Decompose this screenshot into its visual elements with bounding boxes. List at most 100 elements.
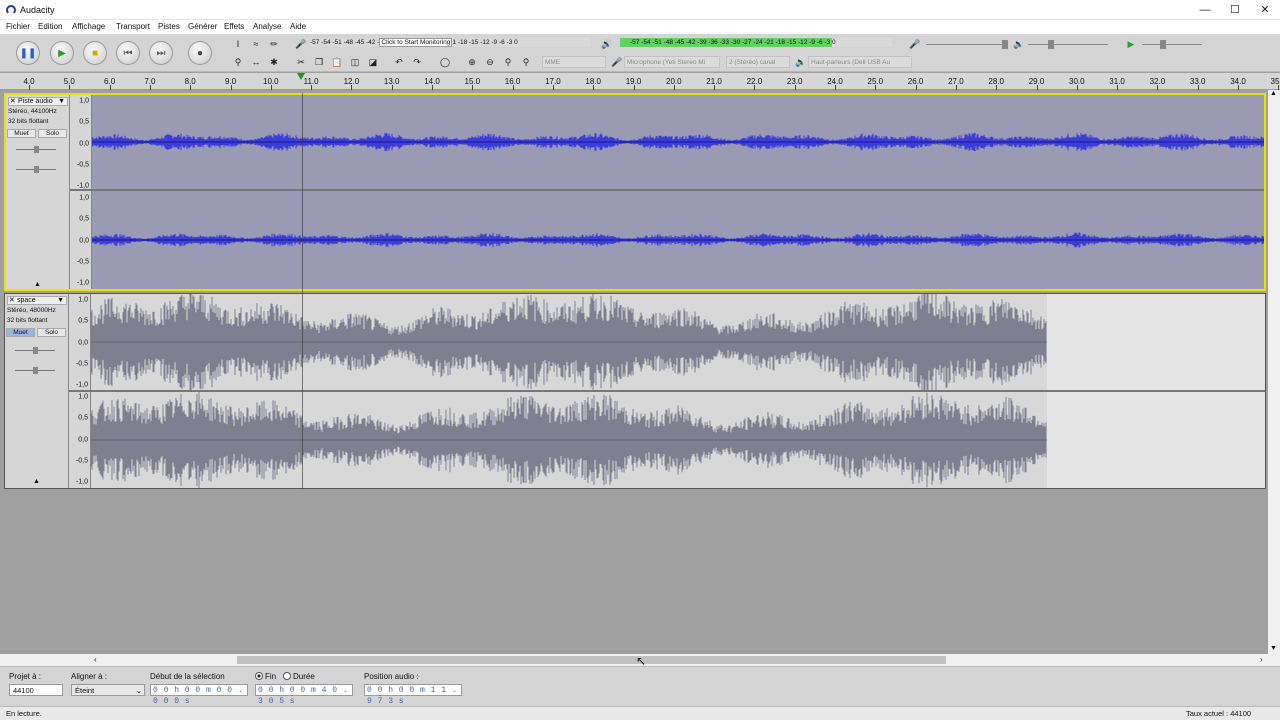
track-close-icon[interactable]: ✕ bbox=[9, 297, 15, 305]
collapse-track-icon[interactable]: ▲ bbox=[34, 281, 41, 288]
menu-generer[interactable]: Générer bbox=[188, 22, 217, 31]
maximize-icon[interactable]: ☐ bbox=[1220, 2, 1250, 18]
silence-icon[interactable]: ◪ bbox=[366, 55, 380, 69]
audio-position-label: Position audio : bbox=[364, 672, 419, 681]
audio-track-1[interactable]: Piste audio ✕ ▼ Stéréo, 44100Hz 32 bits fl… bbox=[4, 93, 1266, 291]
ruler-tick bbox=[1157, 85, 1159, 90]
current-rate: Taux actuel : 44100 bbox=[1186, 709, 1252, 718]
waveform-channel-left[interactable] bbox=[92, 95, 1264, 189]
envelope-tool-icon[interactable]: ≈ bbox=[249, 37, 263, 51]
timeline-ruler[interactable]: 4.0 5.0 6.0 7.0 8.0 9.0 10.0 11.0 12.0 13.0 14.0 15… bbox=[0, 73, 1280, 90]
copy-icon[interactable]: ❐ bbox=[312, 55, 326, 69]
skip-start-button[interactable]: ⏮ bbox=[116, 41, 140, 65]
output-device-select[interactable]: Haut-parleurs (Dell USB Au bbox=[808, 56, 912, 68]
amplitude-scale[interactable]: 1,0 0,5 0,0 -0,5 -1,0 1,0 0,5 0,0 -0,5 -1,0 bbox=[70, 95, 92, 289]
sync-lock-icon[interactable]: ◯ bbox=[438, 55, 452, 69]
audio-position-field[interactable]: 0 0 h 0 0 m 1 1 . 9 7 3 s bbox=[364, 684, 462, 706]
track-name-dropdown[interactable]: Piste audio ✕ ▼ bbox=[8, 97, 68, 106]
mic-volume-slider[interactable] bbox=[926, 40, 1008, 49]
playback-meter-icon[interactable]: 🔊 bbox=[600, 37, 614, 51]
snap-select[interactable]: Éteint ⌄ bbox=[71, 684, 145, 696]
minimize-icon[interactable]: — bbox=[1190, 2, 1220, 18]
zoom-out-icon[interactable]: ⊖ bbox=[483, 55, 497, 69]
waveform-channel-right[interactable] bbox=[92, 191, 1264, 289]
project-rate-select[interactable]: 44100 bbox=[9, 684, 63, 696]
playback-volume-slider[interactable] bbox=[1028, 40, 1108, 49]
pause-button[interactable]: ❚❚ bbox=[16, 41, 40, 65]
mute-button[interactable]: Muet bbox=[7, 129, 36, 138]
undo-icon[interactable]: ↶ bbox=[392, 55, 406, 69]
playback-meter[interactable]: -57 -54 -51 -48 -45 -42 -39 -36 -33 -30 … bbox=[620, 38, 892, 47]
play-at-speed-icon[interactable]: ▶ bbox=[1124, 37, 1138, 51]
channels-select[interactable]: 2 (Stéréo) canal bbox=[726, 56, 790, 68]
amplitude-tick-label: 0,0 bbox=[78, 339, 88, 346]
track-menu-arrow-icon[interactable]: ▼ bbox=[57, 297, 64, 305]
zoom-tool-icon[interactable]: ⚲ bbox=[231, 55, 245, 69]
playback-meter-scale: -57 -54 -51 -48 -45 -42 -39 -36 -33 -30 … bbox=[630, 39, 836, 46]
fit-selection-icon[interactable]: ⚲ bbox=[501, 55, 515, 69]
amplitude-tick-label: 1,0 bbox=[79, 97, 89, 105]
redo-icon[interactable]: ↷ bbox=[410, 55, 424, 69]
cut-icon[interactable]: ✂ bbox=[294, 55, 308, 69]
radio-selected-icon[interactable] bbox=[255, 672, 263, 680]
multi-tool-icon[interactable]: ✱ bbox=[267, 55, 281, 69]
trim-icon[interactable]: ◫ bbox=[348, 55, 362, 69]
gain-slider[interactable] bbox=[16, 146, 56, 153]
scroll-down-icon[interactable]: ▼ bbox=[1270, 645, 1277, 652]
amplitude-tick-label: -1,0 bbox=[76, 279, 89, 287]
scroll-up-icon[interactable]: ▲ bbox=[1270, 90, 1277, 97]
mute-button[interactable]: Muet bbox=[6, 328, 35, 337]
pan-slider[interactable] bbox=[15, 367, 55, 374]
record-meter[interactable]: -57 -54 -51 -48 -45 -42 - Click to Start … bbox=[310, 38, 590, 47]
record-meter-icon[interactable]: 🎤 bbox=[294, 37, 308, 51]
scroll-right-icon[interactable]: › bbox=[1260, 655, 1263, 664]
menu-aide[interactable]: Aide bbox=[290, 22, 306, 31]
record-button[interactable]: ● bbox=[188, 41, 212, 65]
track-menu-arrow-icon[interactable]: ▼ bbox=[58, 98, 65, 106]
draw-tool-icon[interactable]: ✏ bbox=[267, 37, 281, 51]
record-meter-scale: -57 -54 -51 -48 -45 -42 - bbox=[310, 39, 380, 46]
skip-end-button[interactable]: ⏭ bbox=[149, 41, 173, 65]
end-radio[interactable]: Fin bbox=[255, 672, 276, 681]
input-device-select[interactable]: Microphone (Yeti Stereo Mi bbox=[624, 56, 720, 68]
solo-button[interactable]: Solo bbox=[37, 328, 66, 337]
fit-project-icon[interactable]: ⚲ bbox=[519, 55, 533, 69]
waveform-channel-left[interactable] bbox=[91, 294, 1265, 390]
menu-pistes[interactable]: Pistes bbox=[158, 22, 180, 31]
gain-slider[interactable] bbox=[15, 347, 55, 354]
menu-effets[interactable]: Effets bbox=[224, 22, 244, 31]
duration-radio[interactable]: Durée bbox=[283, 672, 315, 681]
paste-icon[interactable]: 📋 bbox=[330, 55, 344, 69]
menu-affichage[interactable]: Affichage bbox=[72, 22, 105, 31]
waveform-channel-right[interactable] bbox=[91, 392, 1265, 488]
track-name-dropdown[interactable]: space ✕ ▼ bbox=[7, 296, 67, 305]
scrollbar-thumb[interactable] bbox=[237, 656, 946, 664]
selection-tool-icon[interactable]: I bbox=[231, 37, 245, 51]
play-speed-slider[interactable] bbox=[1142, 40, 1202, 49]
radio-icon[interactable] bbox=[283, 672, 291, 680]
audio-track-2[interactable]: space ✕ ▼ Stéréo, 48000Hz 32 bits flottant… bbox=[4, 293, 1266, 489]
play-button[interactable]: ▶ bbox=[50, 41, 74, 65]
audio-host-select[interactable]: MME bbox=[542, 56, 606, 68]
pan-slider[interactable] bbox=[16, 166, 56, 173]
project-rate-label: Projet à : bbox=[9, 672, 42, 681]
menu-edition[interactable]: Edition bbox=[38, 22, 62, 31]
timeshift-tool-icon[interactable]: ↔ bbox=[249, 55, 263, 69]
track-control-panel: space ✕ ▼ Stéréo, 48000Hz 32 bits flottant… bbox=[5, 294, 69, 488]
collapse-track-icon[interactable]: ▲ bbox=[33, 478, 40, 485]
zoom-in-icon[interactable]: ⊕ bbox=[465, 55, 479, 69]
solo-button[interactable]: Solo bbox=[38, 129, 67, 138]
vertical-scrollbar[interactable]: ▲ ▼ bbox=[1268, 90, 1280, 654]
stop-button[interactable]: ■ bbox=[83, 41, 107, 65]
ruler-tick bbox=[754, 85, 756, 90]
menu-fichier[interactable]: Fichier bbox=[6, 22, 30, 31]
close-icon[interactable]: ✕ bbox=[1250, 2, 1280, 18]
track-close-icon[interactable]: ✕ bbox=[10, 98, 16, 106]
scroll-left-icon[interactable]: ‹ bbox=[94, 655, 97, 664]
menu-transport[interactable]: Transport bbox=[116, 22, 150, 31]
selection-start-field[interactable]: 0 0 h 0 0 m 0 0 . 0 0 0 s bbox=[150, 684, 248, 706]
ruler-tick bbox=[1197, 85, 1199, 90]
start-monitoring-button[interactable]: Click to Start Monitoring bbox=[379, 38, 453, 47]
selection-end-field[interactable]: 0 0 h 0 0 m 4 0 . 3 0 5 s bbox=[255, 684, 353, 706]
menu-analyse[interactable]: Analyse bbox=[253, 22, 281, 31]
